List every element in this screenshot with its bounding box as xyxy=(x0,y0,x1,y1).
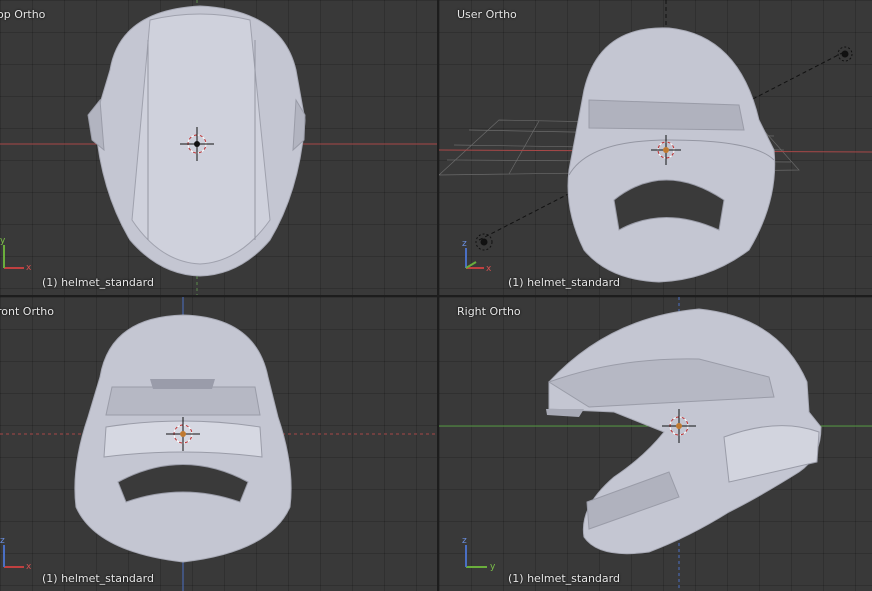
viewport-canvas[interactable]: x z xyxy=(439,0,872,295)
y-axis-label: y xyxy=(0,236,6,246)
y-axis-label: y xyxy=(490,562,496,572)
helmet-mesh[interactable] xyxy=(567,27,776,283)
viewport-top-ortho[interactable]: x y op Ortho (1) helmet_standard xyxy=(0,0,437,295)
viewport-title: op Ortho xyxy=(0,8,46,21)
viewport-canvas[interactable]: x z xyxy=(0,297,437,591)
viewport-right-ortho[interactable]: y z Right Ortho (1) helmet_standard xyxy=(439,297,872,591)
viewport-canvas[interactable]: x y xyxy=(0,0,437,295)
active-object-label: (1) helmet_standard xyxy=(42,572,154,585)
axis-gizmo: y z xyxy=(462,536,496,572)
x-axis-label: x xyxy=(486,264,492,274)
active-object-label: (1) helmet_standard xyxy=(508,572,620,585)
camera-light-icon[interactable] xyxy=(475,233,493,251)
x-axis-label: x xyxy=(26,562,32,572)
viewport-title: ront Ortho xyxy=(0,305,54,318)
viewport-title: Right Ortho xyxy=(457,305,521,318)
viewport-canvas[interactable]: y z xyxy=(439,297,872,591)
active-object-label: (1) helmet_standard xyxy=(508,276,620,289)
axis-gizmo: x y xyxy=(0,236,32,273)
z-axis-label: z xyxy=(0,536,5,546)
axis-gizmo: x z xyxy=(462,239,492,274)
viewport-front-ortho[interactable]: x z ront Ortho (1) helmet_standard xyxy=(0,297,437,591)
axis-gizmo: x z xyxy=(0,536,32,572)
viewport-title: User Ortho xyxy=(457,8,517,21)
active-object-label: (1) helmet_standard xyxy=(42,276,154,289)
helmet-mesh[interactable] xyxy=(546,308,822,555)
viewport-user-ortho[interactable]: x z User Ortho (1) helmet_standard xyxy=(439,0,872,295)
z-axis-label: z xyxy=(462,536,467,546)
z-axis-label: z xyxy=(462,239,467,249)
x-axis-label: x xyxy=(26,263,32,273)
